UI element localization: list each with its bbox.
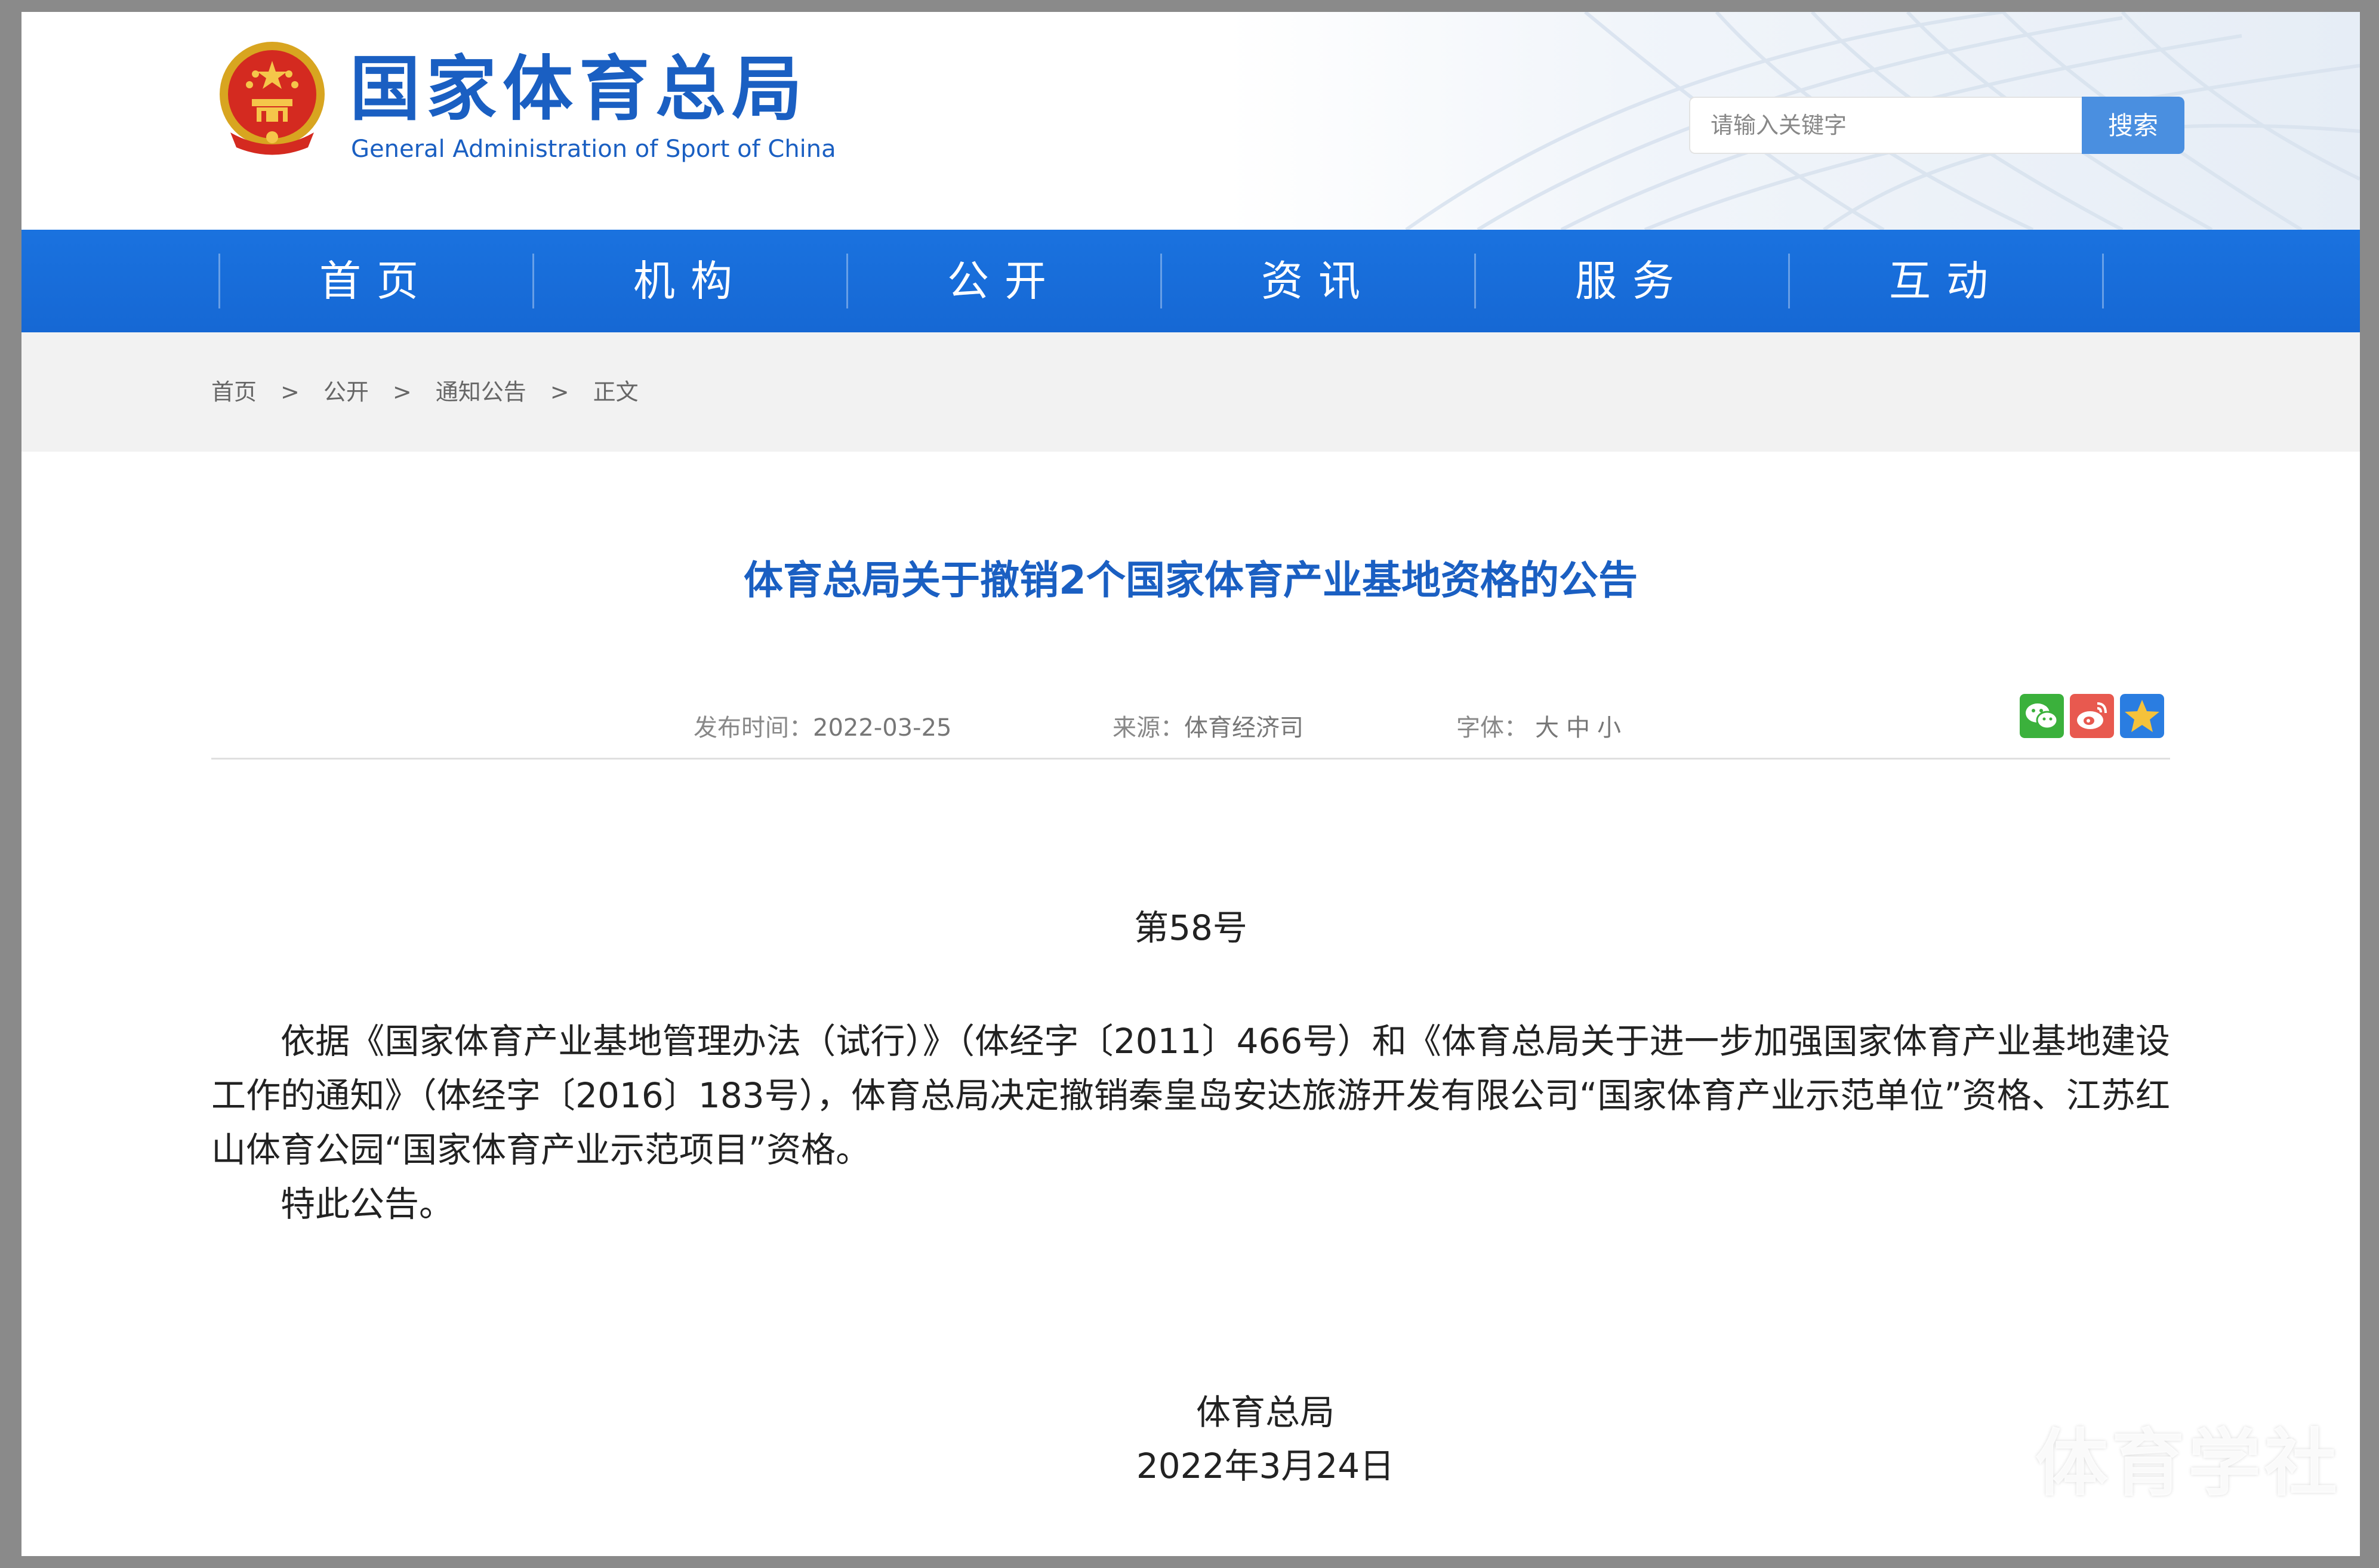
divider — [211, 758, 2170, 760]
breadcrumb: 首页 > 公开 > 通知公告 > 正文 — [211, 332, 639, 452]
breadcrumb-public[interactable]: 公开 — [323, 379, 369, 405]
article-source: 来源：体育经济司 — [1113, 716, 1303, 740]
body-paragraph: 依据《国家体育产业基地管理办法（试行）》（体经字〔2011〕466号）和《体育总… — [211, 1021, 2170, 1170]
article-body: 依据《国家体育产业基地管理办法（试行）》（体经字〔2011〕466号）和《体育总… — [211, 1014, 2170, 1231]
publish-date: 发布时间：2022-03-25 — [694, 716, 951, 740]
font-size-medium[interactable]: 中 — [1566, 714, 1590, 742]
breadcrumb-separator: > — [392, 379, 412, 405]
watermark: 体育学社 — [2035, 1421, 2341, 1506]
source-value: 体育经济司 — [1184, 714, 1303, 742]
favorite-star-icon[interactable] — [2120, 694, 2164, 738]
main-nav: 首页 机构 公开 资讯 服务 互动 — [21, 230, 2360, 332]
search-input[interactable] — [1689, 97, 2083, 154]
site-name-english: General Administration of Sport of China — [351, 135, 836, 163]
nav-separator — [2102, 254, 2104, 308]
signature-date: 2022年3月24日 — [1136, 1446, 1395, 1486]
breadcrumb-separator: > — [550, 379, 569, 405]
search-button[interactable]: 搜索 — [2082, 97, 2184, 154]
source-label: 来源： — [1113, 714, 1184, 742]
nav-item-interaction[interactable]: 互动 — [1789, 230, 2103, 332]
page: 国家体育总局 General Administration of Sport o… — [21, 12, 2360, 1556]
signature: 体育总局 — [1195, 1392, 1335, 1433]
national-emblem-icon — [220, 42, 325, 155]
site-name: 国家体育总局 — [350, 48, 809, 130]
font-size-switcher: 字体：大中小 — [1456, 716, 1621, 740]
font-size-label: 字体： — [1456, 714, 1528, 742]
wechat-icon[interactable] — [2020, 694, 2064, 738]
breadcrumb-separator: > — [281, 379, 300, 405]
weibo-icon[interactable] — [2070, 694, 2114, 738]
font-size-large[interactable]: 大 — [1535, 714, 1559, 742]
breadcrumb-current: 正文 — [593, 379, 639, 405]
nav-item-organization[interactable]: 机构 — [534, 230, 848, 332]
publish-date-value: 2022-03-25 — [813, 714, 952, 742]
breadcrumb-bar: 首页 > 公开 > 通知公告 > 正文 — [21, 332, 2360, 452]
nav-item-services[interactable]: 服务 — [1475, 230, 1789, 332]
publish-date-label: 发布时间： — [694, 714, 813, 742]
breadcrumb-notices[interactable]: 通知公告 — [436, 379, 526, 405]
nav-item-news[interactable]: 资讯 — [1161, 230, 1475, 332]
breadcrumb-home[interactable]: 首页 — [211, 379, 257, 405]
site-header: 国家体育总局 General Administration of Sport o… — [21, 12, 2360, 230]
nav-item-home[interactable]: 首页 — [220, 230, 534, 332]
article-title: 体育总局关于撤销2个国家体育产业基地资格的公告 — [744, 557, 1638, 603]
document-number: 第58号 — [1134, 908, 1247, 948]
font-size-small[interactable]: 小 — [1597, 714, 1621, 742]
nav-item-public[interactable]: 公开 — [848, 230, 1161, 332]
body-paragraph-closing: 特此公告。 — [281, 1184, 454, 1224]
